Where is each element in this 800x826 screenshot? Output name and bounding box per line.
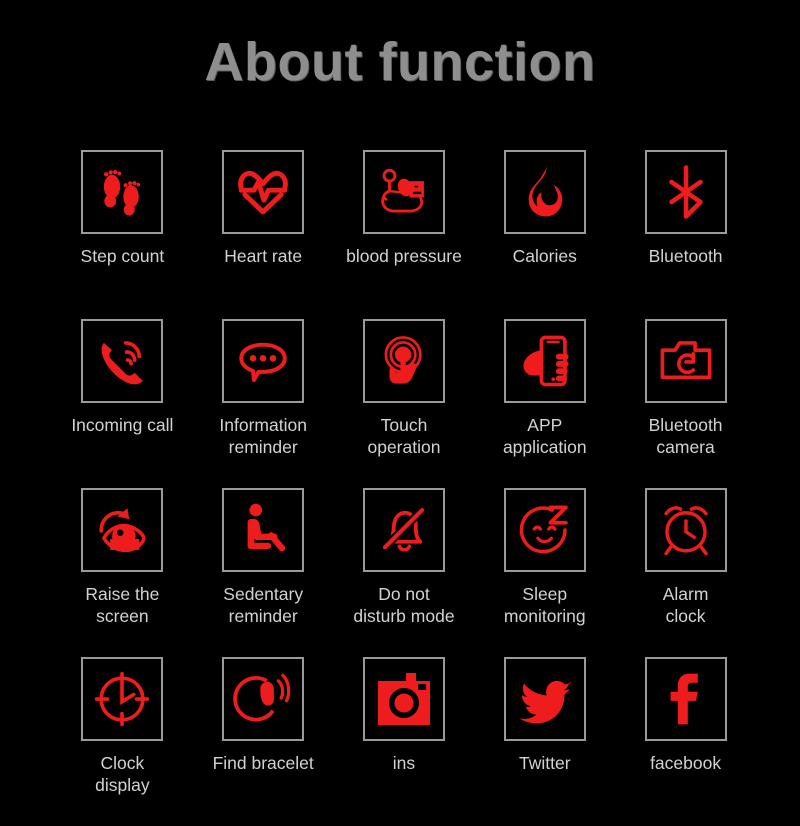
twitter-bird-icon [503,657,586,741]
function-item-label: Information reminder [219,415,307,457]
function-item-touch-operation[interactable]: Touch operation [334,319,475,488]
function-item-facebook[interactable]: facebook [615,657,756,826]
hand-phone-icon [503,319,586,403]
sleep-face-icon [503,488,586,572]
function-item-label: Incoming call [71,415,174,435]
function-item-label: Sleep monitoring [503,584,586,626]
heart-rate-icon [222,150,305,234]
function-item-label: Bluetooth camera [648,415,723,457]
function-item-find-bracelet[interactable]: Find bracelet [193,657,334,826]
function-item-label: Raise the screen [85,584,160,626]
function-item-sleep-monitoring[interactable]: Sleep monitoring [474,488,615,657]
bell-muted-icon [362,488,445,572]
function-item-label: Alarm clock [662,584,709,626]
function-item-label: Heart rate [224,246,303,266]
function-item-heart-rate[interactable]: Heart rate [193,150,334,319]
flame-icon [503,150,586,234]
function-item-label: ins [392,753,416,773]
instagram-icon [362,657,445,741]
bluetooth-icon [644,150,727,234]
alarm-clock-icon [644,488,727,572]
function-item-label: Touch operation [367,415,441,457]
function-item-label: Step count [80,246,165,266]
function-item-incoming-call[interactable]: Incoming call [52,319,193,488]
function-item-calories[interactable]: Calories [474,150,615,319]
function-item-sedentary-reminder[interactable]: Sedentary reminder [193,488,334,657]
raise-wrist-eye-icon [81,488,164,572]
function-item-label: Clock display [95,753,150,795]
speech-bubble-icon [222,319,305,403]
function-item-clock-display[interactable]: Clock display [52,657,193,826]
function-item-blood-pressure[interactable]: blood pressure [334,150,475,319]
bracelet-signal-icon [222,657,305,741]
function-item-instagram[interactable]: ins [334,657,475,826]
incoming-call-icon [81,319,164,403]
function-item-label: Calories [512,246,577,266]
function-item-label: APP application [502,415,587,457]
function-item-alarm-clock[interactable]: Alarm clock [615,488,756,657]
function-item-bluetooth-camera[interactable]: Bluetooth camera [615,319,756,488]
function-item-label: Twitter [519,753,571,773]
function-item-label: Find bracelet [212,753,314,773]
function-item-label: Sedentary reminder [223,584,304,626]
page-title: About function [204,32,596,92]
function-item-step-count[interactable]: Step count [52,150,193,319]
touch-gesture-icon [362,319,445,403]
function-item-label: blood pressure [346,246,462,266]
function-item-do-not-disturb[interactable]: Do not disturb mode [334,488,475,657]
seated-person-icon [222,488,305,572]
function-item-label: Do not disturb mode [353,584,455,626]
function-icon-grid: Step count Heart rate blood pressure Cal… [52,150,756,826]
blood-pressure-icon [362,150,445,234]
footprints-icon [81,150,164,234]
function-item-app-application[interactable]: APP application [474,319,615,488]
function-item-bluetooth[interactable]: Bluetooth [615,150,756,319]
function-item-information-reminder[interactable]: Information reminder [193,319,334,488]
camera-icon [644,319,727,403]
function-item-label: Bluetooth [648,246,723,266]
clock-face-icon [81,657,164,741]
about-function-page: About function Step count Heart rate blo… [0,0,800,800]
function-item-raise-the-screen[interactable]: Raise the screen [52,488,193,657]
facebook-icon [644,657,727,741]
function-item-label: facebook [650,753,722,773]
function-item-twitter[interactable]: Twitter [474,657,615,826]
